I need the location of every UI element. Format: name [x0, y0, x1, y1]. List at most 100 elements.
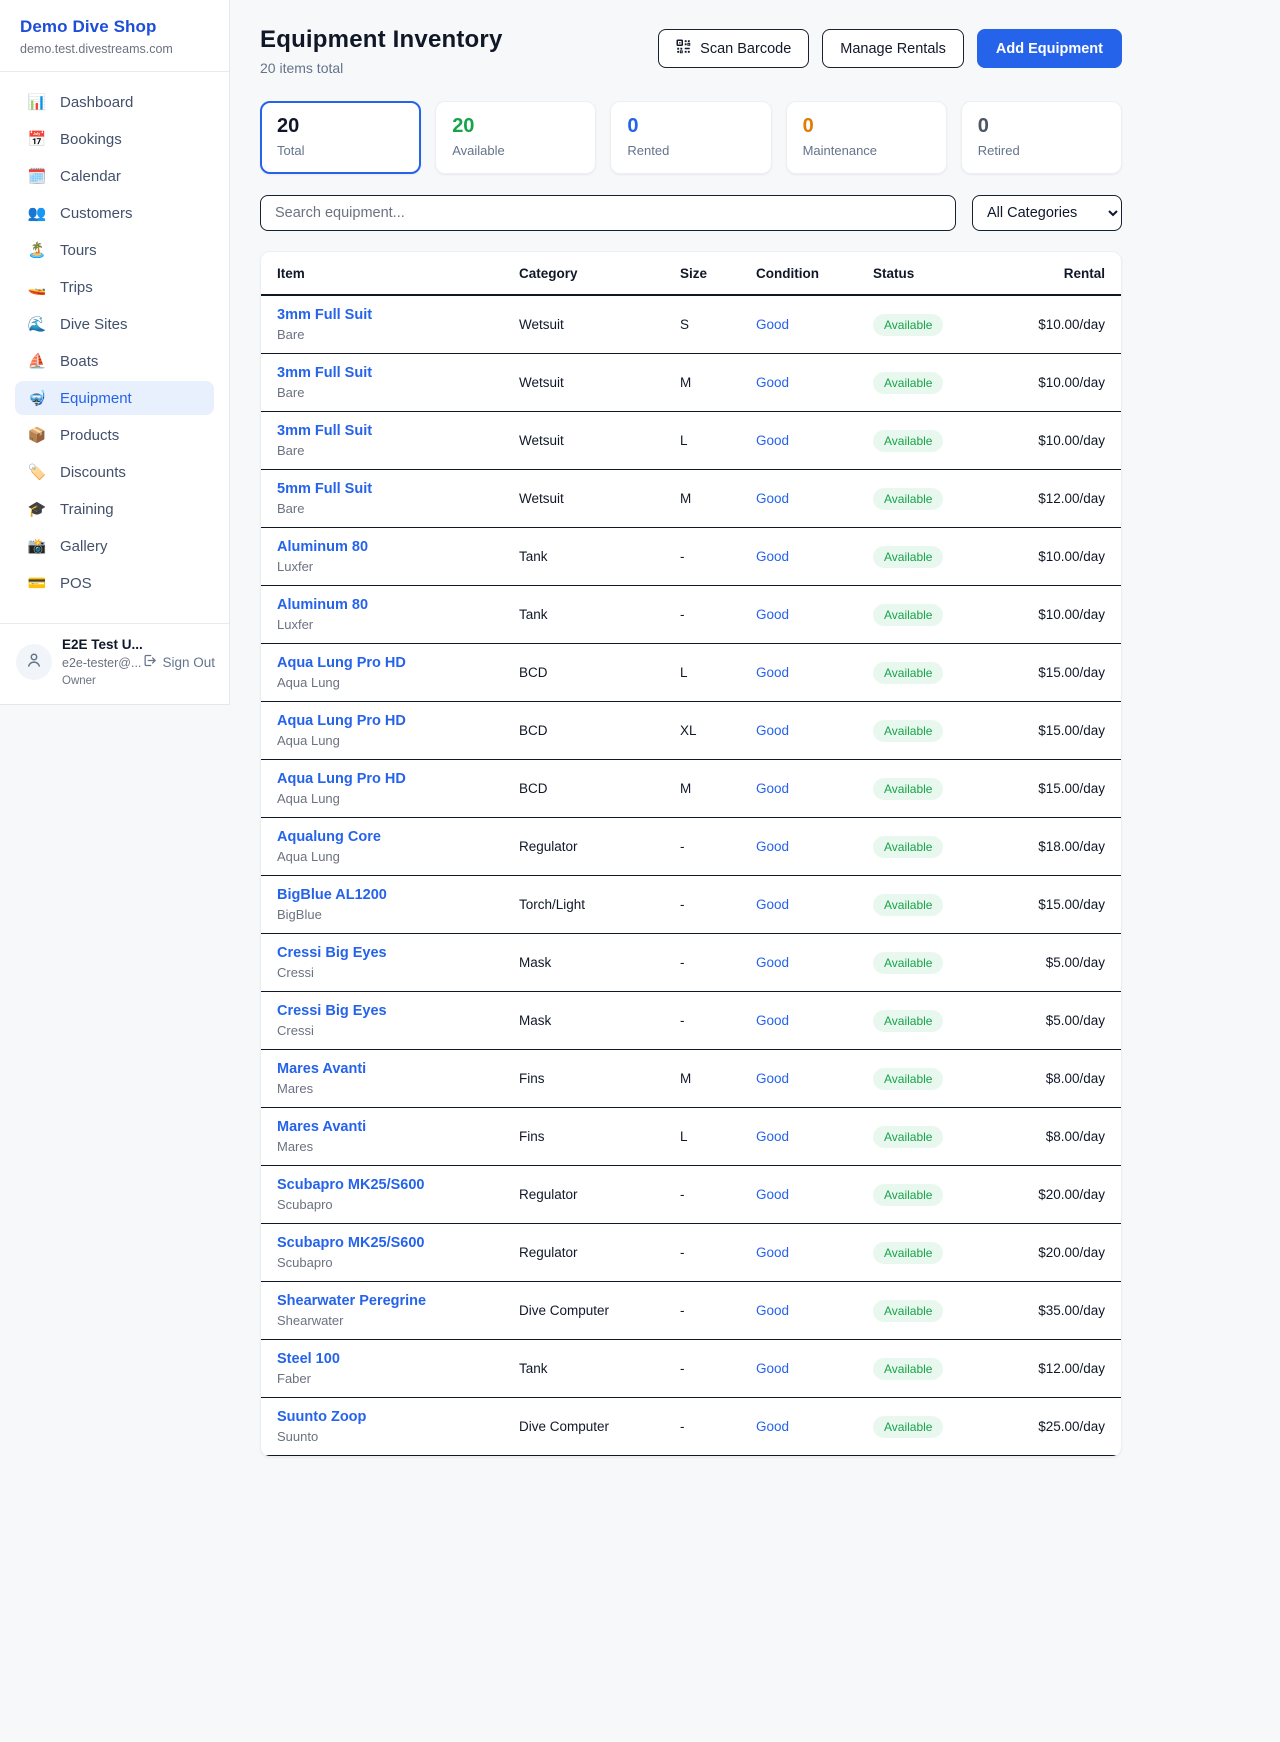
- item-name-link[interactable]: BigBlue AL1200: [277, 887, 503, 903]
- status-cell: Available: [865, 1166, 1003, 1224]
- item-name-link[interactable]: Scubapro MK25/S600: [277, 1235, 503, 1251]
- item-name-link[interactable]: Suunto Zoop: [277, 1409, 503, 1425]
- rental-cell: $5.00/day: [1003, 992, 1121, 1050]
- rental-cell: $10.00/day: [1003, 354, 1121, 412]
- column-header-status: Status: [865, 252, 1003, 295]
- stat-card-total[interactable]: 20Total: [260, 101, 421, 174]
- condition-link[interactable]: Good: [756, 549, 789, 564]
- item-name-link[interactable]: Aluminum 80: [277, 597, 503, 613]
- condition-link[interactable]: Good: [756, 1245, 789, 1260]
- item-name-link[interactable]: Aqua Lung Pro HD: [277, 771, 503, 787]
- condition-link[interactable]: Good: [756, 1303, 789, 1318]
- diving-mask-icon: 🤿: [27, 389, 47, 407]
- condition-link[interactable]: Good: [756, 1013, 789, 1028]
- sidebar-item-equipment[interactable]: 🤿Equipment: [15, 381, 214, 415]
- table-row: BigBlue AL1200BigBlueTorch/Light-GoodAva…: [261, 876, 1121, 934]
- item-brand: BigBlue: [277, 907, 503, 922]
- sign-out-label: Sign Out: [162, 655, 215, 670]
- stat-card-retired[interactable]: 0Retired: [961, 101, 1122, 174]
- item-name-link[interactable]: 3mm Full Suit: [277, 307, 503, 323]
- item-name-link[interactable]: Aqua Lung Pro HD: [277, 713, 503, 729]
- item-brand: Mares: [277, 1081, 503, 1096]
- status-badge: Available: [873, 1126, 943, 1148]
- page-header: Equipment Inventory 20 items total: [260, 26, 1122, 76]
- item-brand: Cressi: [277, 1023, 503, 1038]
- condition-link[interactable]: Good: [756, 491, 789, 506]
- condition-link[interactable]: Good: [756, 1361, 789, 1376]
- item-brand: Suunto: [277, 1429, 503, 1444]
- status-cell: Available: [865, 1282, 1003, 1340]
- stat-card-rented[interactable]: 0Rented: [610, 101, 771, 174]
- status-cell: Available: [865, 412, 1003, 470]
- item-brand: Faber: [277, 1371, 503, 1386]
- condition-link[interactable]: Good: [756, 1187, 789, 1202]
- sidebar-item-gallery[interactable]: 📸Gallery: [15, 529, 214, 563]
- scan-barcode-button[interactable]: Scan Barcode: [658, 29, 809, 68]
- search-input[interactable]: [260, 195, 956, 231]
- scan-barcode-label: Scan Barcode: [700, 41, 791, 57]
- item-brand: Luxfer: [277, 559, 503, 574]
- item-brand: Bare: [277, 501, 503, 516]
- item-name-link[interactable]: Cressi Big Eyes: [277, 1003, 503, 1019]
- condition-link[interactable]: Good: [756, 1129, 789, 1144]
- sign-out-button[interactable]: Sign Out: [142, 653, 215, 671]
- sidebar-item-boats[interactable]: ⛵Boats: [15, 344, 214, 378]
- item-cell: Aluminum 80Luxfer: [261, 586, 511, 644]
- condition-link[interactable]: Good: [756, 1071, 789, 1086]
- condition-link[interactable]: Good: [756, 665, 789, 680]
- item-name-link[interactable]: 3mm Full Suit: [277, 423, 503, 439]
- camera-flash-icon: 📸: [27, 537, 47, 555]
- stat-card-available[interactable]: 20Available: [435, 101, 596, 174]
- sidebar-item-tours[interactable]: 🏝️Tours: [15, 233, 214, 267]
- sidebar-item-discounts[interactable]: 🏷️Discounts: [15, 455, 214, 489]
- condition-link[interactable]: Good: [756, 317, 789, 332]
- item-cell: Scubapro MK25/S600Scubapro: [261, 1224, 511, 1282]
- condition-link[interactable]: Good: [756, 375, 789, 390]
- condition-link[interactable]: Good: [756, 433, 789, 448]
- item-name-link[interactable]: 3mm Full Suit: [277, 365, 503, 381]
- status-cell: Available: [865, 818, 1003, 876]
- item-name-link[interactable]: Mares Avanti: [277, 1061, 503, 1077]
- category-cell: Tank: [511, 586, 672, 644]
- shop-domain: demo.test.divestreams.com: [20, 42, 209, 56]
- size-cell: L: [672, 412, 748, 470]
- condition-link[interactable]: Good: [756, 607, 789, 622]
- item-name-link[interactable]: Scubapro MK25/S600: [277, 1177, 503, 1193]
- manage-rentals-button[interactable]: Manage Rentals: [822, 29, 964, 68]
- item-name-link[interactable]: Aqualung Core: [277, 829, 503, 845]
- condition-link[interactable]: Good: [756, 1419, 789, 1434]
- rental-cell: $15.00/day: [1003, 644, 1121, 702]
- sidebar-item-dashboard[interactable]: 📊Dashboard: [15, 85, 214, 119]
- condition-link[interactable]: Good: [756, 955, 789, 970]
- stat-card-maintenance[interactable]: 0Maintenance: [786, 101, 947, 174]
- item-cell: Aqua Lung Pro HDAqua Lung: [261, 760, 511, 818]
- sidebar-item-products[interactable]: 📦Products: [15, 418, 214, 452]
- item-name-link[interactable]: Aluminum 80: [277, 539, 503, 555]
- sidebar-item-customers[interactable]: 👥Customers: [15, 196, 214, 230]
- item-name-link[interactable]: Aqua Lung Pro HD: [277, 655, 503, 671]
- add-equipment-button[interactable]: Add Equipment: [977, 29, 1122, 68]
- condition-link[interactable]: Good: [756, 839, 789, 854]
- item-name-link[interactable]: Shearwater Peregrine: [277, 1293, 503, 1309]
- condition-cell: Good: [748, 1166, 865, 1224]
- item-name-link[interactable]: Steel 100: [277, 1351, 503, 1367]
- sidebar-item-trips[interactable]: 🚤Trips: [15, 270, 214, 304]
- item-brand: Bare: [277, 327, 503, 342]
- item-brand: Shearwater: [277, 1313, 503, 1328]
- sidebar-item-bookings[interactable]: 📅Bookings: [15, 122, 214, 156]
- sidebar-item-calendar[interactable]: 🗓️Calendar: [15, 159, 214, 193]
- item-name-link[interactable]: Cressi Big Eyes: [277, 945, 503, 961]
- speedboat-icon: 🚤: [27, 278, 47, 296]
- sidebar-item-pos[interactable]: 💳POS: [15, 566, 214, 600]
- condition-link[interactable]: Good: [756, 781, 789, 796]
- item-name-link[interactable]: Mares Avanti: [277, 1119, 503, 1135]
- items-total-subtitle: 20 items total: [260, 60, 503, 76]
- condition-link[interactable]: Good: [756, 723, 789, 738]
- condition-link[interactable]: Good: [756, 897, 789, 912]
- sidebar-item-training[interactable]: 🎓Training: [15, 492, 214, 526]
- category-select[interactable]: All Categories: [972, 195, 1122, 231]
- item-name-link[interactable]: 5mm Full Suit: [277, 481, 503, 497]
- sidebar-item-dive-sites[interactable]: 🌊Dive Sites: [15, 307, 214, 341]
- status-cell: Available: [865, 295, 1003, 354]
- stat-label: Available: [452, 143, 579, 158]
